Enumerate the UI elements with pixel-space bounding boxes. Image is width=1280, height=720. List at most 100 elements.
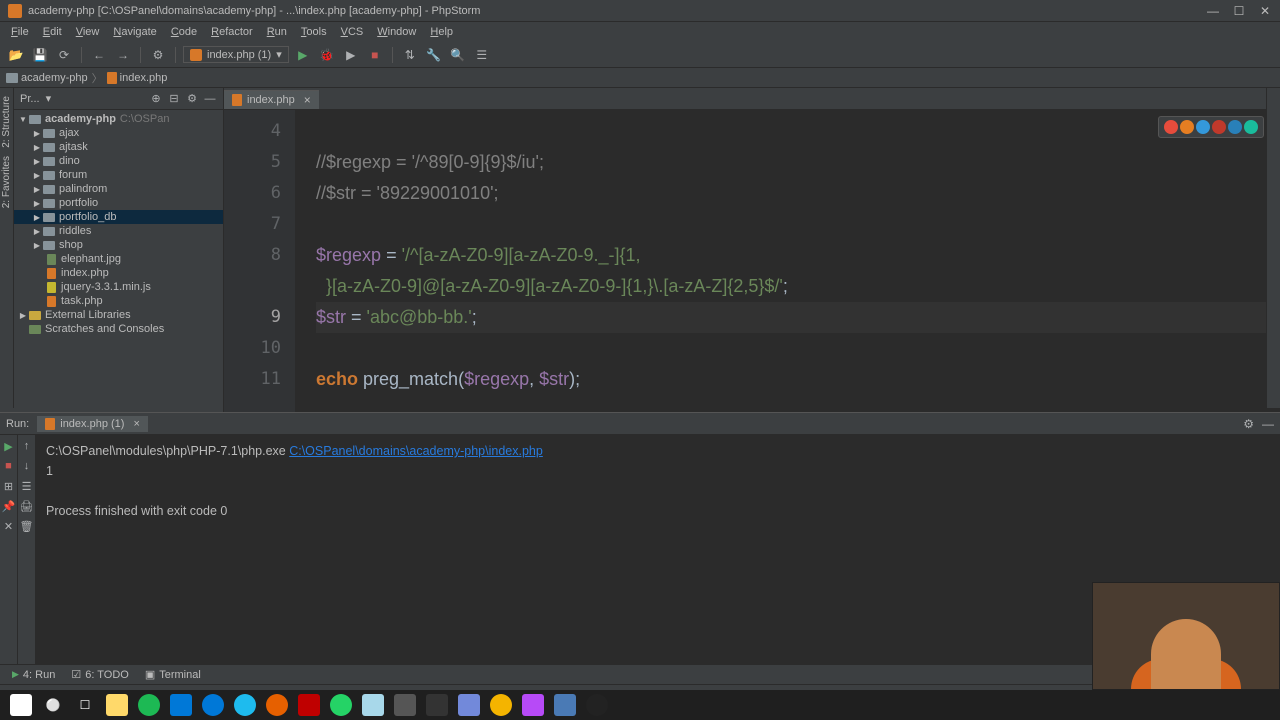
run-button[interactable]: ▶ <box>293 45 313 65</box>
menu-run[interactable]: Run <box>260 26 294 38</box>
vcs-icon[interactable]: ⇅ <box>400 45 420 65</box>
spotify-icon[interactable] <box>134 691 164 719</box>
tree-folder[interactable]: ▶riddles <box>14 224 223 238</box>
wrap-icon[interactable]: ☰ <box>20 479 34 493</box>
tree-folder[interactable]: ▶portfolio_db <box>14 210 223 224</box>
collapse-icon[interactable]: ⊟ <box>167 92 181 106</box>
expand-arrow-icon[interactable]: ▶ <box>32 199 42 208</box>
expand-arrow-icon[interactable]: ▶ <box>32 241 42 250</box>
minimize-button[interactable]: — <box>1206 4 1220 18</box>
compile-icon[interactable]: ⚙ <box>148 45 168 65</box>
down-icon[interactable]: ↓ <box>20 459 34 473</box>
safari-icon[interactable] <box>1196 120 1210 134</box>
firefox-icon[interactable] <box>1180 120 1194 134</box>
pin-icon[interactable]: 📌 <box>2 499 16 513</box>
opera-icon[interactable] <box>1212 120 1226 134</box>
menu-navigate[interactable]: Navigate <box>106 26 163 38</box>
tree-file[interactable]: task.php <box>14 294 223 308</box>
task-view-button[interactable]: ☐ <box>70 691 100 719</box>
coverage-icon[interactable]: ▶ <box>341 45 361 65</box>
gear-icon[interactable]: ⚙ <box>185 92 199 106</box>
open-icon[interactable]: 📂 <box>6 45 26 65</box>
structure-tool-button[interactable]: 2: Structure <box>1 92 12 152</box>
status-run[interactable]: ▶4: Run <box>6 669 61 681</box>
firefox-icon[interactable] <box>262 691 292 719</box>
ie-icon[interactable] <box>1228 120 1242 134</box>
menu-code[interactable]: Code <box>164 26 204 38</box>
menu-vcs[interactable]: VCS <box>334 26 371 38</box>
menu-tools[interactable]: Tools <box>294 26 334 38</box>
start-button[interactable] <box>6 691 36 719</box>
notepad-icon[interactable] <box>358 691 388 719</box>
expand-arrow-icon[interactable]: ▶ <box>32 185 42 194</box>
structure-icon[interactable]: ☰ <box>472 45 492 65</box>
back-icon[interactable]: ← <box>89 45 109 65</box>
ie-icon[interactable] <box>230 691 260 719</box>
menu-refactor[interactable]: Refactor <box>204 26 260 38</box>
tree-folder[interactable]: ▶portfolio <box>14 196 223 210</box>
expand-arrow-icon[interactable]: ▼ <box>18 115 28 124</box>
code-editor[interactable]: 4 5 6 7 8 9 10 11 <box>224 110 1280 412</box>
hide-icon[interactable]: — <box>1262 417 1274 431</box>
filezilla-icon[interactable] <box>294 691 324 719</box>
code-content[interactable]: //$regexp = '/^89[0-9]{9}$/iu'; //$str =… <box>310 110 1280 412</box>
external-libraries[interactable]: ▶ External Libraries <box>14 308 223 322</box>
whatsapp-icon[interactable] <box>326 691 356 719</box>
explorer-icon[interactable] <box>102 691 132 719</box>
status-todo[interactable]: ☑6: TODO <box>65 668 134 681</box>
expand-arrow-icon[interactable]: ▶ <box>32 213 42 222</box>
stop-icon[interactable]: ■ <box>365 45 385 65</box>
close-tab-icon[interactable]: × <box>133 418 139 430</box>
expand-arrow-icon[interactable]: ▶ <box>32 227 42 236</box>
tree-folder[interactable]: ▶palindrom <box>14 182 223 196</box>
stop-icon[interactable]: ■ <box>2 459 16 473</box>
save-icon[interactable]: 💾 <box>30 45 50 65</box>
chrome-icon[interactable] <box>1164 120 1178 134</box>
tree-file[interactable]: jquery-3.3.1.min.js <box>14 280 223 294</box>
tree-root[interactable]: ▼ academy-php C:\OSPan <box>14 112 223 126</box>
maximize-button[interactable]: ☐ <box>1232 4 1246 18</box>
menu-file[interactable]: File <box>4 26 36 38</box>
dropdown-icon[interactable]: ▾ <box>46 92 52 105</box>
menu-edit[interactable]: Edit <box>36 26 69 38</box>
run-tab[interactable]: index.php (1) × <box>37 416 148 432</box>
up-icon[interactable]: ↑ <box>20 439 34 453</box>
tree-folder[interactable]: ▶ajax <box>14 126 223 140</box>
run-config-dropdown[interactable]: index.php (1) ▾ <box>183 46 289 63</box>
debug-button[interactable]: 🐞 <box>317 45 337 65</box>
editor-tab-index[interactable]: index.php × <box>224 90 319 109</box>
close-icon[interactable]: ✕ <box>2 519 16 533</box>
tree-folder[interactable]: ▶forum <box>14 168 223 182</box>
layout-icon[interactable]: ⊞ <box>2 479 16 493</box>
search-button[interactable]: ⚪ <box>38 691 68 719</box>
menu-help[interactable]: Help <box>423 26 460 38</box>
settings-icon[interactable]: 🔧 <box>424 45 444 65</box>
expand-arrow-icon[interactable]: ▶ <box>32 171 42 180</box>
expand-arrow-icon[interactable]: ▶ <box>18 311 28 320</box>
tree-folder[interactable]: ▶dino <box>14 154 223 168</box>
print-icon[interactable]: 🖨 <box>20 499 34 513</box>
chrome-icon[interactable] <box>486 691 516 719</box>
edge-icon[interactable] <box>198 691 228 719</box>
expand-arrow-icon[interactable]: ▶ <box>32 157 42 166</box>
breadcrumb-project[interactable]: academy-php <box>6 72 88 84</box>
script-link[interactable]: C:\OSPanel\domains\academy-php\index.php <box>289 444 543 458</box>
tree-file[interactable]: index.php <box>14 266 223 280</box>
scratches[interactable]: Scratches and Consoles <box>14 322 223 336</box>
delete-icon[interactable]: 🗑 <box>20 519 34 533</box>
expand-arrow-icon[interactable]: ▶ <box>32 143 42 152</box>
rerun-icon[interactable]: ▶ <box>2 439 16 453</box>
close-button[interactable]: ✕ <box>1258 4 1272 18</box>
search-icon[interactable]: 🔍 <box>448 45 468 65</box>
favorites-tool-button[interactable]: 2: Favorites <box>1 152 12 212</box>
tree-folder[interactable]: ▶ajtask <box>14 140 223 154</box>
app-icon[interactable] <box>550 691 580 719</box>
settings-icon[interactable]: ⚙ <box>1243 417 1254 431</box>
menu-window[interactable]: Window <box>370 26 423 38</box>
hide-icon[interactable]: — <box>203 92 217 106</box>
close-tab-icon[interactable]: × <box>304 93 311 107</box>
calculator-icon[interactable] <box>390 691 420 719</box>
tree-file[interactable]: elephant.jpg <box>14 252 223 266</box>
obs-icon[interactable] <box>582 691 612 719</box>
terminal-icon[interactable] <box>422 691 452 719</box>
